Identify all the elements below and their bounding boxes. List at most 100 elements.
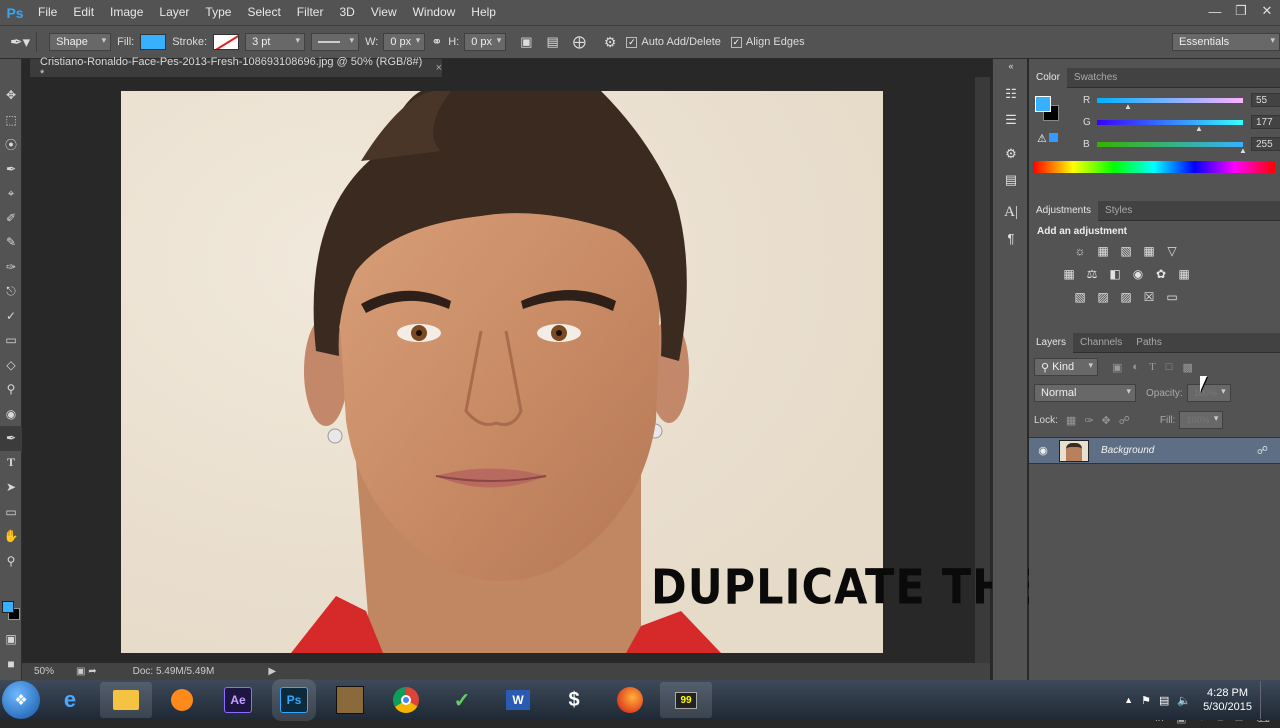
taskbar-camtasia-icon[interactable]: ✓ [436,682,488,718]
status-toggle-icon[interactable]: ▣ ➦ [76,666,97,677]
healing-brush-tool-icon[interactable]: ✎ [0,230,22,255]
photo-filter-icon[interactable]: ◉ [1129,266,1147,282]
crop-tool-icon[interactable]: ⌖ [0,181,22,206]
green-slider[interactable]: ▲ [1097,119,1243,133]
lock-all-icon[interactable]: ☍ [1119,414,1130,427]
opacity-field[interactable]: 100% [1186,384,1231,402]
quick-mask-icon[interactable]: ▣ [0,627,22,652]
foreground-color-chip[interactable] [1035,96,1051,112]
menu-3d[interactable]: 3D [331,0,362,25]
menu-filter[interactable]: Filter [289,0,332,25]
layer-filter-kind-select[interactable]: ⚲ Kind [1034,358,1098,376]
posterize-icon[interactable]: ▨ [1094,289,1112,305]
brush-tool-icon[interactable]: ✑ [0,255,22,280]
threshold-icon[interactable]: ▨ [1117,289,1135,305]
workspace-select[interactable]: Essentials [1172,33,1280,51]
hue-saturation-icon[interactable]: ▦ [1060,266,1078,282]
path-arrangement-icon[interactable]: ⨁ [573,34,586,50]
path-alignment-icon[interactable]: ▤ [547,34,559,50]
color-balance-icon[interactable]: ⚖ [1083,266,1101,282]
status-menu-arrow-icon[interactable]: ▶ [268,666,276,677]
properties-panel-icon[interactable]: ☰ [993,107,1029,133]
maximize-button[interactable]: ❐ [1228,0,1254,22]
taskbar-word-icon[interactable]: W [492,682,544,718]
screen-mode-icon[interactable]: ■ [0,652,22,677]
network-icon[interactable]: ▤ [1159,694,1169,707]
taskbar-app-s-icon[interactable]: $ [548,682,600,718]
tab-swatches[interactable]: Swatches [1067,68,1124,88]
width-field[interactable]: 0 px [383,33,426,51]
close-button[interactable]: ✕ [1254,0,1280,22]
menu-window[interactable]: Window [405,0,464,25]
brightness-contrast-icon[interactable]: ☼ [1071,243,1089,259]
taskbar-firefox-icon[interactable] [604,682,656,718]
path-selection-tool-icon[interactable]: ➤ [0,475,22,500]
stroke-color-swatch[interactable] [213,34,240,50]
tab-paths[interactable]: Paths [1129,333,1169,353]
rectangle-tool-icon[interactable]: ▭ [0,500,22,525]
zoom-tool-icon[interactable]: ⚲ [0,549,22,574]
height-field[interactable]: 0 px [464,33,507,51]
menu-layer[interactable]: Layer [151,0,197,25]
levels-icon[interactable]: ▦ [1094,243,1112,259]
filter-shape-icon[interactable]: □ [1166,361,1173,373]
web-safe-color-icon[interactable] [1049,133,1058,142]
selective-color-icon[interactable]: ☒ [1140,289,1158,305]
color-spectrum[interactable] [1033,161,1275,173]
paragraph-panel-icon[interactable]: ¶ [993,225,1029,251]
blue-slider[interactable]: ▲ [1097,141,1247,155]
menu-type[interactable]: Type [197,0,239,25]
blur-tool-icon[interactable]: ◉ [0,402,22,427]
lasso-tool-icon[interactable]: ⦿ [0,132,22,157]
brush-panel-icon[interactable]: ▤ [993,167,1029,193]
taskbar-game-icon[interactable] [324,682,376,718]
type-tool-icon[interactable]: T [0,451,22,476]
taskbar-media-player-icon[interactable] [156,682,208,718]
layer-row[interactable]: ◉ Background ☍ [1029,437,1280,464]
channel-mixer-icon[interactable]: ✿ [1152,266,1170,282]
dodge-tool-icon[interactable]: ⚲ [0,377,22,402]
history-panel-icon[interactable]: ☷ [993,81,1029,107]
auto-add-delete-checkbox[interactable]: ✓ [626,36,638,48]
taskbar-ie-icon[interactable]: e [44,682,96,718]
clone-stamp-tool-icon[interactable]: ⎋ [0,279,22,304]
taskbar-chrome-icon[interactable] [380,682,432,718]
minimize-button[interactable]: — [1202,0,1228,22]
eraser-tool-icon[interactable]: ▭ [0,328,22,353]
link-icon[interactable]: ⚭ [431,34,442,50]
eye-icon[interactable]: ◉ [1029,444,1057,457]
action-center-icon[interactable]: ⚑ [1141,694,1151,707]
foreground-color-swatch[interactable] [2,601,14,613]
quick-selection-tool-icon[interactable]: ✒ [0,157,22,182]
hand-tool-icon[interactable]: ✋ [0,524,22,549]
actions-panel-icon[interactable]: ⚙ [993,141,1029,167]
tab-channels[interactable]: Channels [1073,333,1129,353]
history-brush-tool-icon[interactable]: ✓ [0,304,22,329]
eyedropper-tool-icon[interactable]: ✐ [0,206,22,231]
collapse-panels-icon[interactable]: « [993,59,1029,73]
lock-image-icon[interactable]: ✑ [1084,414,1093,427]
blue-value[interactable]: 255 [1251,137,1280,151]
vibrance-icon[interactable]: ▽ [1163,243,1181,259]
close-tab-icon[interactable]: × [436,62,442,74]
gear-icon[interactable]: ⚙ [604,34,617,51]
menu-edit[interactable]: Edit [65,0,102,25]
marquee-tool-icon[interactable]: ⬚ [0,108,22,133]
curves-icon[interactable]: ▧ [1117,243,1135,259]
pen-tool-icon[interactable]: ✒ [0,426,22,451]
start-button[interactable]: ❖ [2,681,40,719]
taskbar-explorer-icon[interactable] [100,682,152,718]
zoom-level[interactable]: 50% [34,666,70,677]
paint-bucket-tool-icon[interactable]: ◇ [0,353,22,378]
character-panel-icon[interactable]: A| [993,199,1029,225]
gradient-map-icon[interactable]: ▭ [1163,289,1181,305]
tab-layers[interactable]: Layers [1029,332,1074,353]
red-slider[interactable]: ▲ [1097,97,1243,111]
tab-color[interactable]: Color [1029,67,1067,88]
clock[interactable]: 4:28 PM 5/30/2015 [1203,686,1252,714]
align-edges-checkbox[interactable]: ✓ [730,36,742,48]
fill-field[interactable]: 100% [1179,411,1224,429]
lock-transparent-icon[interactable]: ▦ [1066,414,1076,427]
volume-icon[interactable]: 🔈 [1177,694,1191,707]
show-hidden-icons[interactable]: ▲ [1124,695,1133,705]
